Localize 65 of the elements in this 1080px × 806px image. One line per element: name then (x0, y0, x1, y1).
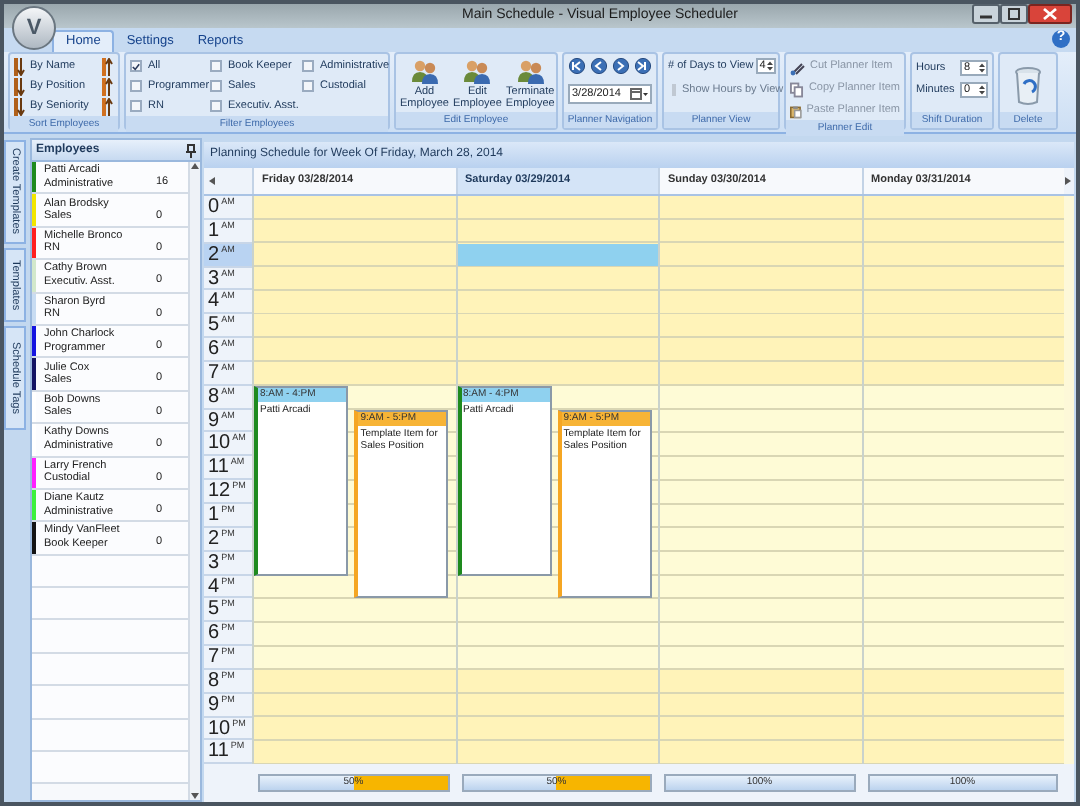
checkbox[interactable] (130, 60, 142, 72)
hour-number: 6 (208, 622, 220, 645)
hour-number: 1 (208, 219, 220, 242)
hour-number: 7 (208, 646, 220, 669)
hour-number: 2 (208, 243, 220, 266)
minimize-icon[interactable] (972, 4, 1000, 24)
calendar-icon (630, 88, 648, 100)
hour-number: 8 (208, 385, 220, 408)
checkbox[interactable] (210, 80, 222, 92)
checkbox[interactable] (210, 100, 222, 112)
checkbox[interactable] (130, 100, 142, 112)
off-hours-band[interactable] (457, 669, 658, 765)
hour-number: 1 (208, 503, 220, 526)
hour-number: 9 (208, 409, 220, 432)
off-hours-band[interactable] (254, 669, 455, 765)
hour-number: 11 (208, 740, 229, 763)
sort-descending-icon[interactable] (102, 98, 114, 116)
hour-number: 2 (208, 527, 220, 550)
selected-time-slot[interactable] (457, 243, 658, 266)
skip-forward-icon[interactable] (634, 58, 652, 74)
hour-number: 3 (208, 267, 220, 290)
off-hours-band[interactable] (863, 196, 1064, 386)
scroll-left-icon[interactable] (208, 176, 216, 186)
hour-number: 4 (208, 575, 220, 597)
hour-number: 12 (208, 480, 231, 503)
hour-number: 11 (208, 456, 229, 479)
hour-number: 10 (208, 717, 231, 740)
off-hours-band[interactable] (660, 669, 861, 765)
hour-number: 4 (208, 290, 220, 313)
hour-number: 5 (208, 598, 220, 621)
copy-icon (790, 81, 805, 97)
spinner-arrows-icon (978, 84, 986, 97)
close-icon[interactable] (1028, 4, 1072, 24)
hour-number: 0 (208, 196, 220, 218)
scroll-down-icon[interactable] (190, 792, 200, 800)
checkbox[interactable] (302, 60, 314, 72)
hour-number: 7 (208, 361, 220, 384)
hour-number: 6 (208, 338, 220, 361)
pin-icon[interactable] (186, 143, 196, 157)
check-mark-icon (132, 61, 140, 71)
hour-number: 10 (208, 432, 231, 455)
off-hours-band[interactable] (863, 669, 1064, 765)
back-arrow-icon[interactable] (590, 58, 608, 74)
off-hours-band[interactable] (660, 196, 861, 386)
spinner-arrows-icon (765, 60, 774, 73)
checkbox[interactable] (130, 80, 142, 92)
hour-number: 8 (208, 669, 220, 692)
off-hours-band[interactable] (254, 196, 455, 386)
hour-number: 9 (208, 693, 220, 716)
skip-back-icon[interactable] (568, 58, 586, 74)
clipboard-icon (790, 103, 803, 119)
checkbox[interactable] (210, 60, 222, 72)
checkbox[interactable] (302, 80, 314, 92)
sort-descending-icon[interactable] (102, 58, 114, 76)
hour-number: 5 (208, 314, 220, 337)
hour-number: 3 (208, 551, 220, 574)
trash-icon[interactable] (1014, 65, 1042, 105)
people-icon (409, 58, 440, 84)
off-hours-band[interactable] (457, 196, 658, 386)
forward-arrow-icon[interactable] (612, 58, 630, 74)
sort-descending-icon[interactable] (102, 78, 114, 96)
maximize-icon[interactable] (1000, 4, 1028, 24)
spinner-arrows-icon (978, 62, 986, 75)
people-icon (515, 58, 546, 84)
people-icon (462, 58, 493, 84)
